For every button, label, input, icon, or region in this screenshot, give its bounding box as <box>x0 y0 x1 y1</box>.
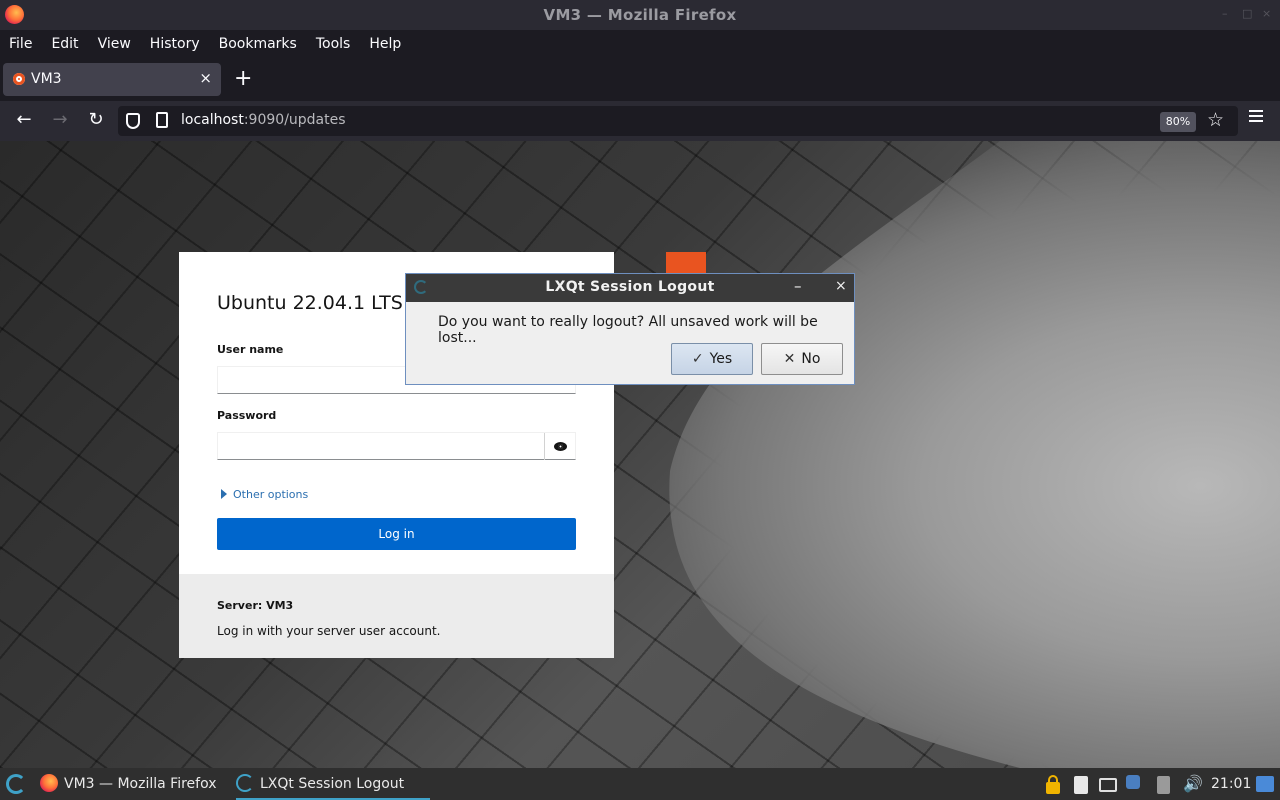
shield-icon[interactable] <box>126 113 140 129</box>
volume-icon[interactable]: 🔊 <box>1183 774 1203 793</box>
clock[interactable]: 21:01 <box>1211 768 1251 800</box>
yes-label: Yes <box>709 351 733 367</box>
show-desktop-icon[interactable] <box>1256 776 1274 792</box>
eye-icon <box>553 442 567 451</box>
menu-file[interactable]: File <box>9 36 32 52</box>
window-titlebar: VM3 — Mozilla Firefox – □ × <box>0 0 1280 30</box>
menu-bar: File Edit View History Bookmarks Tools H… <box>0 30 1280 58</box>
login-footer <box>179 574 614 658</box>
dialog-minimize-icon[interactable]: – <box>794 277 802 295</box>
url-host: localhost <box>181 112 244 128</box>
forward-button[interactable]: → <box>48 109 72 131</box>
password-label: Password <box>217 409 277 422</box>
tab-vm3[interactable]: VM3 × <box>3 63 221 96</box>
other-options-toggle[interactable]: Other options <box>221 488 308 501</box>
lock-icon[interactable] <box>1046 775 1060 794</box>
tab-label: VM3 <box>31 71 62 87</box>
login-button[interactable]: Log in <box>217 518 576 550</box>
server-label: Server: VM3 <box>217 599 294 612</box>
start-menu-icon[interactable] <box>6 774 26 794</box>
minimize-icon[interactable]: – <box>1222 7 1228 20</box>
update-notifier-icon[interactable] <box>1126 775 1140 789</box>
caret-right-icon <box>221 489 227 499</box>
menu-help[interactable]: Help <box>369 36 401 52</box>
maximize-icon[interactable]: □ <box>1242 7 1252 20</box>
url-text[interactable]: localhost:9090/updates <box>181 112 346 128</box>
new-tab-button[interactable]: + <box>234 68 252 90</box>
menu-tools[interactable]: Tools <box>316 36 351 52</box>
taskbar: VM3 — Mozilla Firefox LXQt Session Logou… <box>0 768 1280 800</box>
tab-strip: VM3 × + <box>0 58 1280 101</box>
menu-bookmarks[interactable]: Bookmarks <box>219 36 297 52</box>
url-path: :9090/updates <box>243 112 346 128</box>
username-label: User name <box>217 343 284 356</box>
dialog-title: LXQt Session Logout <box>545 279 715 295</box>
dialog-titlebar: LXQt Session Logout – × <box>406 274 854 302</box>
task-label: LXQt Session Logout <box>260 776 405 792</box>
lxqt-icon <box>236 774 254 792</box>
task-firefox[interactable]: VM3 — Mozilla Firefox <box>40 768 217 800</box>
dialog-close-icon[interactable]: × <box>835 278 847 294</box>
clipboard-icon[interactable] <box>1074 776 1088 794</box>
firefox-icon <box>40 774 58 792</box>
url-bar[interactable]: localhost:9090/updates <box>118 106 1238 136</box>
menu-edit[interactable]: Edit <box>51 36 78 52</box>
nav-bar: ← → ↻ localhost:9090/updates 80% ☆ <box>0 101 1280 141</box>
x-icon: ✕ <box>783 351 796 367</box>
os-title: Ubuntu 22.04.1 LTS <box>217 292 403 314</box>
zoom-indicator[interactable]: 80% <box>1160 112 1196 132</box>
bookmark-star-icon[interactable]: ☆ <box>1207 109 1224 131</box>
logout-dialog: LXQt Session Logout – × Do you want to r… <box>405 273 855 385</box>
reload-button[interactable]: ↻ <box>84 109 108 131</box>
battery-icon[interactable] <box>1157 776 1170 794</box>
tab-close-icon[interactable]: × <box>199 69 212 87</box>
close-icon[interactable]: × <box>1262 7 1271 20</box>
check-icon: ✓ <box>691 351 704 367</box>
task-logout-dialog[interactable]: LXQt Session Logout <box>236 768 430 800</box>
task-label: VM3 — Mozilla Firefox <box>64 776 217 792</box>
menu-view[interactable]: View <box>98 36 131 52</box>
back-button[interactable]: ← <box>12 109 36 131</box>
login-hint: Log in with your server user account. <box>217 624 441 638</box>
page-info-icon[interactable] <box>156 112 168 128</box>
ubuntu-favicon-icon <box>13 73 25 85</box>
menu-hamburger-icon[interactable] <box>1249 115 1263 117</box>
no-button[interactable]: ✕ No <box>761 343 843 375</box>
menu-history[interactable]: History <box>150 36 200 52</box>
network-icon[interactable] <box>1099 778 1117 792</box>
other-options-label: Other options <box>233 488 309 501</box>
dialog-message: Do you want to really logout? All unsave… <box>438 314 818 346</box>
show-password-button[interactable] <box>544 433 575 460</box>
password-field[interactable] <box>217 432 576 460</box>
no-label: No <box>801 351 821 367</box>
yes-button[interactable]: ✓ Yes <box>671 343 753 375</box>
window-title: VM3 — Mozilla Firefox <box>543 6 737 24</box>
